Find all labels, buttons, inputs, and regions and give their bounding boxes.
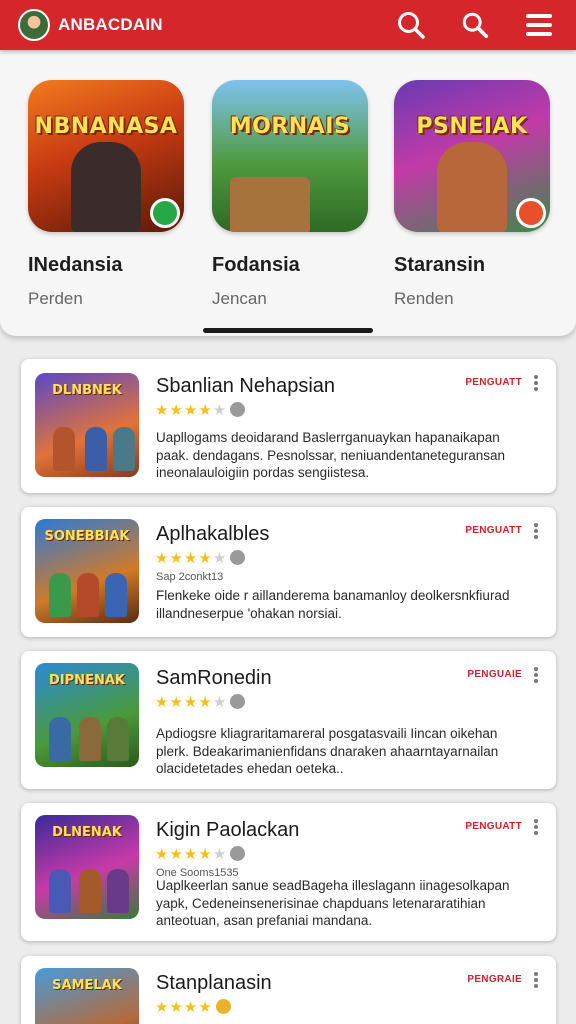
app-title: Sbanlian Nehapsian xyxy=(156,375,336,397)
thumbnail-logo-text: SONEBBIAK xyxy=(44,529,130,544)
app-thumbnail: DLNBNEK xyxy=(35,373,139,477)
character-illustration xyxy=(105,573,127,617)
app-list-item[interactable]: DIPNENAK SamRonedin PENGUAIE ★★★★★ Apdio… xyxy=(21,651,556,789)
featured-app-thumbnail: NBNANASA xyxy=(28,80,184,232)
app-title: Kigin Paolackan xyxy=(156,819,300,841)
app-badge-icon xyxy=(516,198,546,228)
character-illustration xyxy=(107,869,129,913)
top-app-bar: ANBACDAIN xyxy=(0,0,576,50)
app-thumbnail: SAMELAK xyxy=(35,968,139,1024)
featured-app-subtitle: Renden xyxy=(394,289,454,308)
featured-app-name: INedansia xyxy=(28,254,123,276)
app-list-item[interactable]: SAMELAK Stanplanasin PENGRAIE ★★★★ xyxy=(21,956,556,1024)
status-badge: PENGUAIE xyxy=(467,669,522,680)
thumbnail-logo-text: PSNEIAK xyxy=(416,114,528,139)
carousel-scroll-indicator[interactable] xyxy=(203,328,373,333)
character-illustration xyxy=(49,717,71,761)
toolbar-actions xyxy=(392,6,558,44)
more-options-icon[interactable] xyxy=(530,817,542,837)
app-title: Stanplanasin xyxy=(156,972,272,994)
featured-app-card[interactable]: MORNAIS Fodansia Jencan xyxy=(212,80,372,309)
star-rating: ★★★★★ xyxy=(155,845,246,863)
avatar[interactable] xyxy=(18,9,50,41)
character-illustration xyxy=(85,427,107,471)
app-meta: Sap 2conkt13 xyxy=(156,571,224,583)
featured-app-card[interactable]: PSNEIAK Staransin Renden xyxy=(394,80,554,309)
app-description: Uapllogams deoidarand Baslerrganuaykan h… xyxy=(156,430,506,480)
character-illustration xyxy=(79,717,101,761)
more-options-icon[interactable] xyxy=(530,521,542,541)
more-options-icon[interactable] xyxy=(530,373,542,393)
star-rating: ★★★★ xyxy=(155,998,231,1016)
character-illustration xyxy=(71,142,141,232)
status-badge: PENGRAIE xyxy=(467,974,522,985)
thumbnail-logo-text: NBNANASA xyxy=(34,114,178,139)
app-list-item[interactable]: SONEBBIAK Aplhakalbles PENGUATT ★★★★★ Sa… xyxy=(21,507,556,637)
featured-carousel[interactable]: NBNANASA INedansia Perden MORNAIS Fodans… xyxy=(0,50,576,336)
featured-app-thumbnail: PSNEIAK xyxy=(394,80,550,232)
thumbnail-logo-text: DIPNENAK xyxy=(49,673,125,688)
app-title: ANBACDAIN xyxy=(58,15,163,34)
more-options-icon[interactable] xyxy=(530,970,542,990)
app-description: Apdiogsre kliagraritamareral posgatasvai… xyxy=(156,726,499,776)
hut-illustration xyxy=(230,177,310,232)
rating-info-icon xyxy=(230,550,246,565)
app-title: Aplhakalbles xyxy=(156,523,270,545)
app-thumbnail: DLNENAK xyxy=(35,815,139,919)
app-thumbnail: DIPNENAK xyxy=(35,663,139,767)
star-rating: ★★★★★ xyxy=(155,401,246,419)
status-badge: PENGUATT xyxy=(465,821,522,832)
rating-info-icon xyxy=(230,694,246,709)
rating-info-icon xyxy=(230,846,246,861)
thumbnail-logo-text: SAMELAK xyxy=(52,978,122,993)
featured-app-subtitle: Jencan xyxy=(212,289,267,308)
search-icon[interactable] xyxy=(392,6,430,44)
thumbnail-logo-text: DLNBNEK xyxy=(52,383,122,398)
character-illustration xyxy=(107,717,129,761)
character-illustration xyxy=(49,869,71,913)
featured-app-name: Fodansia xyxy=(212,254,300,276)
app-title: SamRonedin xyxy=(156,667,272,689)
app-thumbnail: SONEBBIAK xyxy=(35,519,139,623)
app-description: Flenkeke oide r aillanderema banamanloy … xyxy=(156,588,510,621)
star-rating: ★★★★★ xyxy=(155,549,246,567)
featured-app-subtitle: Perden xyxy=(28,289,83,308)
controller-badge-icon xyxy=(150,198,180,228)
app-list-item[interactable]: DLNENAK Kigin Paolackan PENGUATT ★★★★★ O… xyxy=(21,803,556,941)
featured-app-name: Staransin xyxy=(394,254,486,276)
thumbnail-logo-text: MORNAIS xyxy=(229,114,351,139)
featured-app-thumbnail: MORNAIS xyxy=(212,80,368,232)
app-list-item[interactable]: DLNBNEK Sbanlian Nehapsian PENGUATT ★★★★… xyxy=(21,359,556,493)
character-illustration xyxy=(437,142,507,232)
search-icon[interactable] xyxy=(456,6,494,44)
rating-info-icon xyxy=(230,402,246,417)
featured-app-card[interactable]: NBNANASA INedansia Perden xyxy=(28,80,188,309)
app-description: Uaplkeerlan sanue seadBageha illeslagann… xyxy=(156,878,510,928)
character-illustration xyxy=(49,573,71,617)
star-rating: ★★★★★ xyxy=(155,693,246,711)
character-illustration xyxy=(53,427,75,471)
menu-icon[interactable] xyxy=(520,6,558,44)
thumbnail-logo-text: DLNENAK xyxy=(52,825,122,840)
character-illustration xyxy=(79,869,101,913)
rating-info-icon xyxy=(215,999,231,1014)
character-illustration xyxy=(77,573,99,617)
character-illustration xyxy=(113,427,135,471)
status-badge: PENGUATT xyxy=(465,377,522,388)
status-badge: PENGUATT xyxy=(465,525,522,536)
more-options-icon[interactable] xyxy=(530,665,542,685)
